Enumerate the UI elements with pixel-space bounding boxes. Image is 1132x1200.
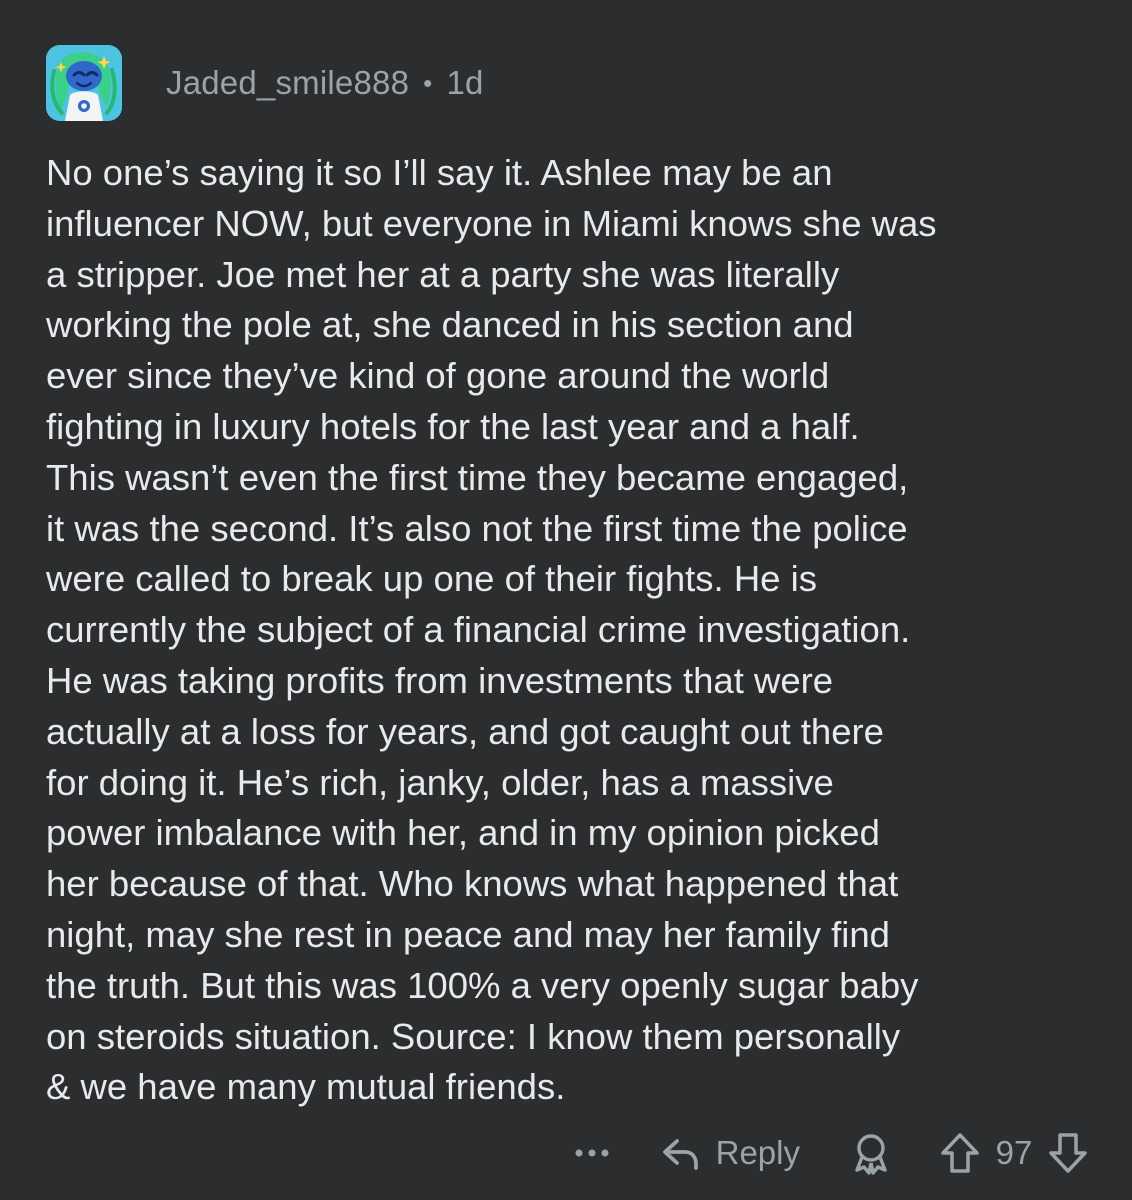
author-name[interactable]: Jaded_smile888: [166, 64, 409, 102]
downvote-button[interactable]: [1046, 1128, 1090, 1178]
reply-icon: [662, 1139, 698, 1170]
more-options-icon: [575, 1149, 609, 1157]
downvote-icon: [1049, 1133, 1087, 1173]
user-avatar[interactable]: [46, 45, 122, 121]
upvote-button[interactable]: [938, 1128, 982, 1178]
vote-score: 97: [995, 1134, 1033, 1171]
snoo-avatar-icon: [46, 45, 122, 121]
more-options-button[interactable]: [568, 1128, 616, 1178]
comment-body: No one’s saying it so I’ll say it. Ashle…: [46, 152, 937, 1108]
reply-button[interactable]: Reply: [658, 1131, 800, 1175]
upvote-icon: [941, 1133, 979, 1173]
reply-label: Reply: [715, 1134, 800, 1171]
comment-header: Jaded_smile888 • 1d: [46, 38, 484, 128]
comment-actions: Reply 97: [568, 1123, 1090, 1183]
comment-meta: Jaded_smile888 • 1d: [166, 64, 484, 102]
award-icon: [855, 1134, 887, 1175]
comment: Jaded_smile888 • 1d No one’s saying it s…: [0, 0, 1132, 1200]
comment-timestamp: 1d: [446, 64, 484, 101]
meta-separator: •: [423, 68, 433, 98]
award-button[interactable]: [848, 1128, 894, 1178]
